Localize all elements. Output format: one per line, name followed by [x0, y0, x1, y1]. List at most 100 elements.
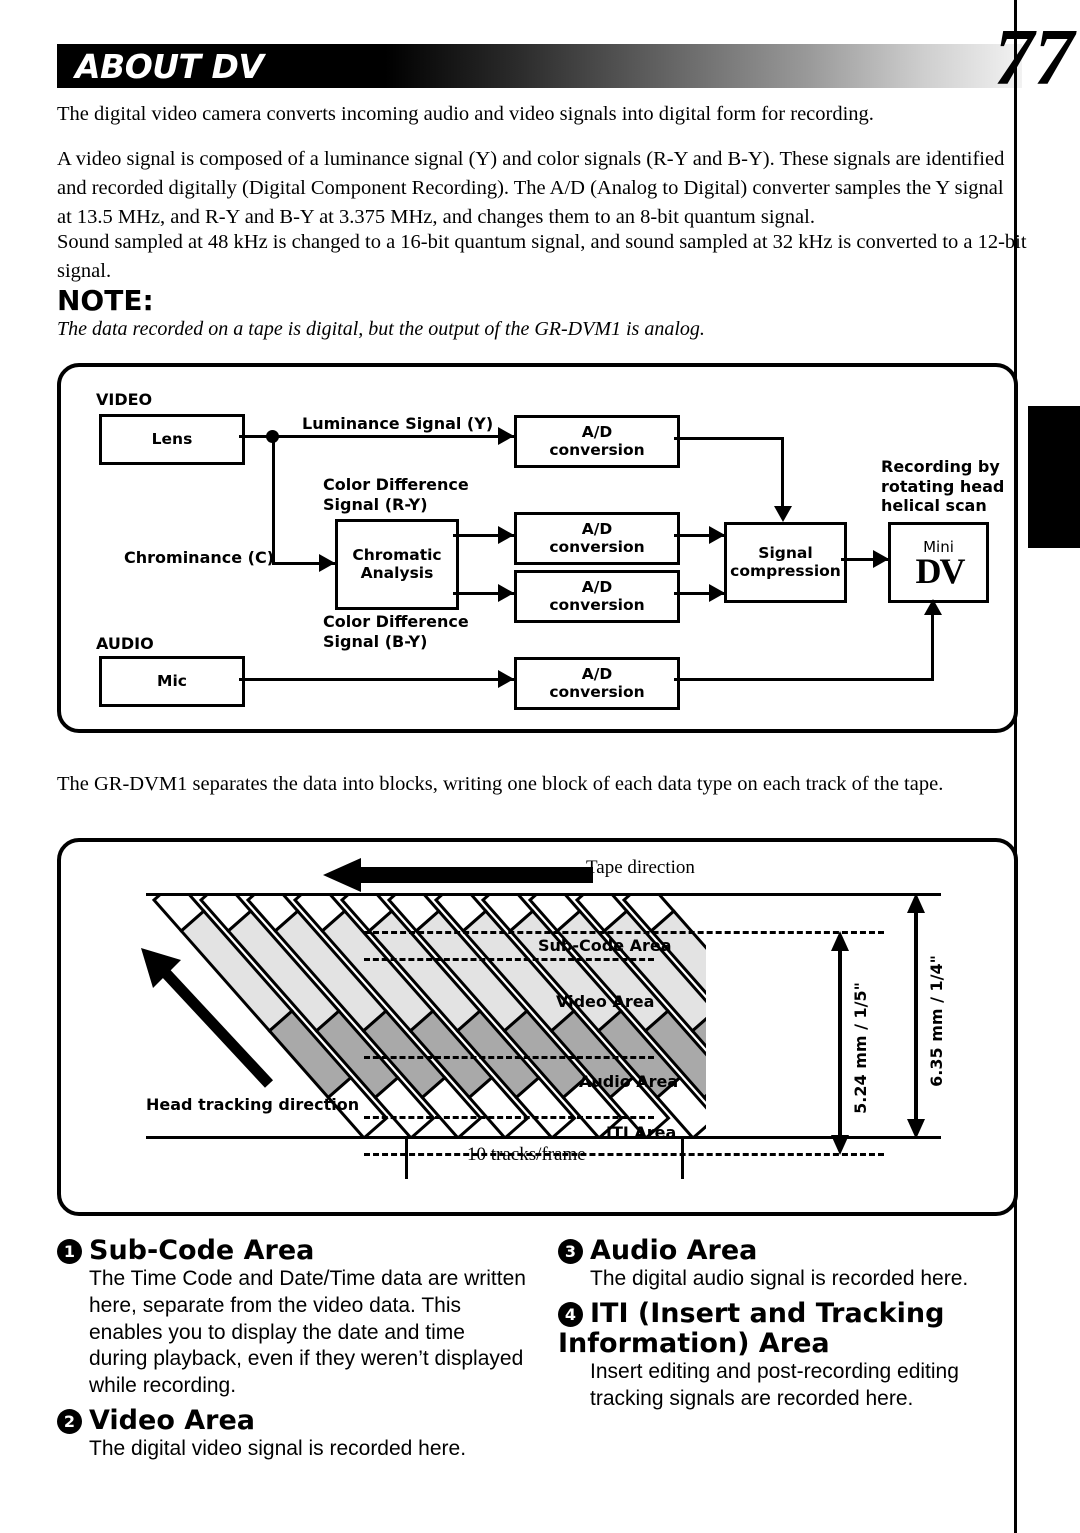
area-title-row: 3 Audio Area — [558, 1235, 1028, 1266]
item-number-badge: 3 — [558, 1239, 583, 1264]
arrow-cassette-icon — [873, 550, 889, 568]
color-difference-by-label-line1: Color Difference — [323, 612, 469, 631]
tape-direction-arrow-icon — [323, 858, 593, 892]
ad-label-line1: A/D — [581, 665, 613, 684]
ad-label-line1: A/D — [581, 578, 613, 597]
arrow-mic-icon — [498, 670, 514, 688]
connector-audio-ad-to-cassette-v — [931, 615, 934, 680]
area-body: The digital video signal is recorded her… — [89, 1436, 467, 1460]
audio-section-label: AUDIO — [96, 634, 154, 653]
area-body: The digital audio signal is recorded her… — [590, 1267, 969, 1291]
chromatic-analysis-label-line2: Analysis — [360, 563, 434, 582]
color-difference-ry-label-line1: Color Difference — [323, 475, 469, 494]
arrow-lens-to-ad-icon — [498, 427, 514, 445]
page-header-bar: ABOUT DV — [57, 44, 1022, 88]
area-title-row: 1 Sub-Code Area — [57, 1235, 527, 1266]
iti-area-label: ITI Area — [606, 1123, 677, 1142]
connector-ad-y-to-compression-h — [674, 437, 784, 440]
audio-area-label: Audio Area — [579, 1072, 679, 1091]
color-difference-by-label: Color Difference Signal (B-Y) — [323, 612, 469, 651]
signal-compression-box: Signal compression — [724, 522, 847, 603]
outer-dimension-arrow-icon — [907, 893, 925, 1139]
item-number-badge: 2 — [57, 1408, 82, 1434]
area-body: Insert editing and post-recording editin… — [590, 1360, 959, 1411]
area-title: Audio Area — [590, 1235, 758, 1266]
minidv-cassette-box: Mini DV — [888, 522, 989, 603]
ad-conversion-box-by: A/D conversion — [514, 570, 680, 623]
arrow-compression-down-icon — [774, 506, 792, 522]
area-title: Sub-Code Area — [89, 1235, 315, 1266]
iti-bottom-boundary — [364, 1153, 884, 1156]
chromatic-analysis-box: Chromatic Analysis — [335, 519, 459, 610]
connector-mic-to-ad — [239, 678, 514, 681]
area-description-item: 1 Sub-Code Area The Time Code and Date/Ti… — [57, 1235, 527, 1400]
area-description-item: 3 Audio Area The digital audio signal is … — [558, 1235, 1028, 1293]
luminance-signal-label: Luminance Signal (Y) — [302, 414, 494, 433]
video-bottom-boundary — [364, 1056, 654, 1059]
item-number-badge: 4 — [558, 1301, 583, 1327]
arrow-cassette-up-icon — [924, 599, 942, 615]
head-tracking-direction-label: Head tracking direction — [146, 1095, 360, 1114]
connector-ad-y-to-compression-v — [781, 437, 784, 507]
ad-label-line1: A/D — [581, 520, 613, 539]
chromatic-analysis-label-line1: Chromatic — [352, 546, 442, 565]
signal-flow-diagram: VIDEO AUDIO Lens Mic Chromatic Analysis … — [57, 363, 1018, 733]
tape-bottom-edge — [146, 1136, 941, 1139]
subcode-area-label: Sub-Code Area — [538, 936, 672, 955]
inner-dimension-arrow-icon — [831, 931, 849, 1155]
audio-bottom-boundary — [364, 1116, 654, 1119]
connector-chrominance-vertical — [272, 435, 275, 565]
tape-track-diagram: Tape direction Head tracking direction S… — [57, 838, 1018, 1216]
video-area-label: Video Area — [556, 992, 655, 1011]
area-descriptions-left-column: 1 Sub-Code Area The Time Code and Date/Ti… — [57, 1235, 527, 1463]
subcode-top-boundary — [364, 931, 884, 934]
intro-paragraph: The digital video camera converts incomi… — [57, 103, 874, 125]
arrow-by-icon — [498, 584, 514, 602]
subcode-bottom-boundary — [364, 958, 654, 961]
outer-dimension-label: 6.35 mm / 1/4" — [927, 955, 946, 1087]
signal-compression-label-line1: Signal — [758, 544, 813, 563]
mic-box: Mic — [99, 656, 245, 707]
recording-head-label-line2: rotating head — [881, 476, 1005, 496]
color-difference-ry-label: Color Difference Signal (R-Y) — [323, 475, 469, 514]
video-section-label: VIDEO — [96, 390, 153, 409]
area-title: Video Area — [89, 1404, 256, 1436]
ad-label-line2: conversion — [549, 595, 645, 614]
tape-direction-label: Tape direction — [586, 857, 695, 878]
head-tracking-arrow-icon — [141, 948, 274, 1088]
note-heading: NOTE: — [57, 284, 154, 317]
chrominance-label: Chrominance (C) — [124, 548, 275, 567]
ad-label-line2: conversion — [549, 440, 645, 459]
area-title: ITI (Insert and Tracking Information) Ar… — [558, 1297, 945, 1360]
note-text: The data recorded on a tape is digital, … — [57, 318, 705, 340]
arrow-compression-by-icon — [709, 584, 725, 602]
area-description-item: 4 ITI (Insert and Tracking Information) A… — [558, 1297, 1028, 1413]
lens-box: Lens — [99, 414, 245, 465]
page-title: ABOUT DV — [75, 47, 264, 86]
recording-head-label-line3: helical scan — [881, 496, 987, 516]
recording-head-label-line1: Recording by — [881, 457, 1000, 476]
minidv-dv-logo: DV — [915, 550, 966, 591]
ad-conversion-box-luminance: A/D conversion — [514, 415, 680, 468]
area-title-row: 4 ITI (Insert and Tracking Information) A… — [558, 1297, 1028, 1360]
mic-label: Mic — [157, 671, 187, 690]
area-descriptions-right-column: 3 Audio Area The digital audio signal is … — [558, 1235, 1028, 1413]
ad-conversion-box-ry: A/D conversion — [514, 512, 680, 565]
arrow-compression-ry-icon — [709, 526, 725, 544]
chapter-side-tab — [1028, 406, 1080, 548]
lens-label: Lens — [151, 429, 193, 448]
ad-label-line2: conversion — [549, 537, 645, 556]
area-body: The Time Code and Date/Time data are wri… — [89, 1267, 526, 1397]
color-difference-ry-label-line2: Signal (R-Y) — [323, 494, 428, 514]
area-title-row: 2 Video Area — [57, 1404, 527, 1436]
connector-lens-to-ad — [239, 435, 514, 438]
inner-dimension-label: 5.24 mm / 1/5" — [851, 982, 870, 1114]
item-number-badge: 1 — [57, 1239, 82, 1264]
arrow-ry-icon — [498, 526, 514, 544]
area-description-item: 2 Video Area The digital video signal is … — [57, 1404, 527, 1463]
arrow-chrominance-icon — [319, 554, 335, 572]
ad-label-line2: conversion — [549, 682, 645, 701]
recording-head-label: Recording by rotating head helical scan — [881, 457, 1004, 516]
tape-blocks-paragraph: The GR-DVM1 separates the data into bloc… — [57, 773, 944, 795]
video-signal-paragraph: A video signal is composed of a luminanc… — [57, 148, 1005, 228]
